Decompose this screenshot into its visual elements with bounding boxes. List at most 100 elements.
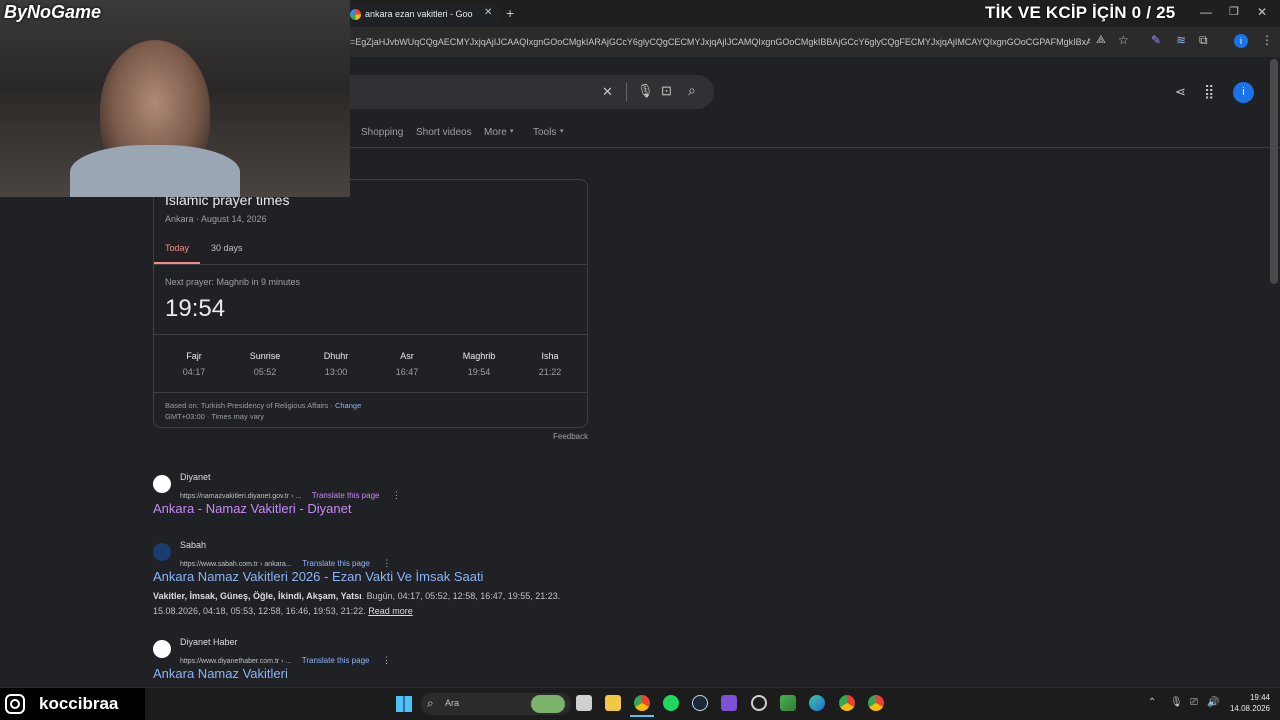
media-app-icon[interactable] (721, 695, 737, 711)
prayer-fajr: Fajr 04:17 (164, 351, 224, 377)
translate-link[interactable]: Translate this page (302, 559, 370, 568)
prayer-name: Isha (541, 351, 559, 361)
search-result: Diyanet Haber https://www.diyanethaber.c… (153, 637, 583, 685)
extension-pen-icon[interactable]: ✎ (1151, 33, 1161, 47)
prayer-time: 13:00 (324, 367, 348, 377)
webcam-overlay: ByNoGame (0, 0, 350, 197)
tray-chevron-icon[interactable]: ⌃ (1148, 697, 1156, 708)
extension-wave-icon[interactable]: ≋ (1176, 33, 1186, 47)
chrome-profile-icon[interactable] (868, 695, 884, 711)
edge-icon[interactable] (809, 695, 825, 711)
timezone-note: GMT+03:00 · Times may vary (165, 412, 264, 421)
chrome-taskbar-icon[interactable] (634, 695, 650, 711)
card-divider (154, 334, 587, 335)
obs-icon[interactable] (751, 695, 767, 711)
network-icon[interactable]: ⎚ (1190, 697, 1198, 708)
diyanet-haber-favicon-icon (153, 640, 171, 658)
next-prayer-text: Next prayer: Maghrib in 9 minutes (165, 277, 301, 287)
google-favicon-icon (350, 9, 361, 20)
chrome-menu-icon[interactable]: ⋮ (1261, 33, 1273, 47)
result-site: Sabah (180, 540, 207, 550)
prayer-name: Fajr (186, 351, 202, 361)
search-result: Sabah https://www.sabah.com.tr › ankara.… (153, 540, 593, 620)
chrome-profile-icon[interactable] (839, 695, 855, 711)
result-menu-icon[interactable]: ⋮ (392, 490, 401, 500)
restore-icon[interactable]: ❐ (1229, 5, 1239, 18)
result-url[interactable]: https://www.diyanethaber.com.tr › ... (180, 658, 291, 665)
close-window-icon[interactable]: ✕ (1257, 5, 1267, 19)
windows-start-icon[interactable] (396, 696, 412, 712)
prayer-times-card: Islamic prayer times Ankara · August 14,… (153, 179, 588, 428)
spotify-icon[interactable] (663, 695, 679, 711)
volume-icon[interactable]: 🔊 (1207, 697, 1219, 708)
tab-30-days[interactable]: 30 days (211, 243, 243, 253)
prayer-asr: Asr 16:47 (377, 351, 437, 377)
taskbar-search[interactable]: ⌕ Ara (421, 693, 571, 715)
tab-today[interactable]: Today (165, 243, 189, 253)
result-menu-icon[interactable]: ⋮ (382, 655, 391, 665)
result-title-link[interactable]: Ankara Namaz Vakitleri 2026 - Ezan Vakti… (153, 569, 483, 584)
prayer-name: Sunrise (249, 351, 281, 361)
taskbar-search-placeholder: Ara (445, 698, 460, 708)
search-highlight-icon (531, 695, 565, 713)
nav-tools[interactable]: Tools (533, 127, 556, 138)
source-text: Based on: Turkish Presidency of Religiou… (165, 401, 333, 410)
change-link[interactable]: Change (335, 401, 361, 410)
result-menu-icon[interactable]: ⋮ (382, 558, 391, 568)
read-more-link[interactable]: Read more (368, 606, 413, 616)
nav-shopping[interactable]: Shopping (361, 127, 403, 138)
file-explorer-icon[interactable] (605, 695, 621, 711)
card-divider (154, 264, 587, 265)
diyanet-favicon-icon (153, 475, 171, 493)
sabah-favicon-icon (153, 543, 171, 561)
play-app-icon[interactable] (780, 695, 796, 711)
prayer-sunrise: Sunrise 05:52 (235, 351, 295, 377)
translate-icon[interactable]: ⟁ (1096, 34, 1106, 47)
result-title-link[interactable]: Ankara - Namaz Vakitleri - Diyanet (153, 501, 351, 516)
task-view-icon[interactable] (576, 695, 592, 711)
source-line: Based on: Turkish Presidency of Religiou… (165, 401, 361, 410)
extensions-puzzle-icon[interactable]: ⧉ (1199, 33, 1208, 48)
prayer-dhuhr: Dhuhr 13:00 (306, 351, 366, 377)
bookmark-star-icon[interactable]: ☆ (1118, 33, 1129, 47)
result-snippet: Vakitler, İmsak, Güneş, Öğle, İkindi, Ak… (153, 589, 593, 619)
more-caret-icon: ▾ (510, 128, 514, 135)
instagram-lens (10, 699, 20, 709)
active-app-indicator (630, 715, 654, 717)
prayer-name: Dhuhr (323, 351, 349, 361)
minimize-icon[interactable]: — (1200, 5, 1212, 19)
instagram-handle: koccibraa (39, 694, 119, 713)
prayer-time: 04:17 (182, 367, 206, 377)
steam-icon[interactable] (692, 695, 708, 711)
result-url[interactable]: https://namazvakitleri.diyanet.gov.tr › … (180, 493, 301, 500)
tab-google-search[interactable]: ankara ezan vakitleri - Google ✕ (344, 3, 499, 27)
prayer-time: 19:54 (467, 367, 491, 377)
nav-more[interactable]: More (484, 127, 507, 138)
prayer-isha: Isha 21:22 (520, 351, 580, 377)
card-subtitle: Ankara · August 14, 2026 (165, 214, 267, 224)
taskbar-search-icon: ⌕ (427, 696, 434, 710)
prayer-time: 16:47 (395, 367, 419, 377)
prayer-maghrib: Maghrib 19:54 (449, 351, 509, 377)
url-field[interactable]: =EgZjaHJvbWUqCQgAECMYJxjqAjIJCAAQIxgnGOo… (350, 37, 1090, 47)
search-result: Diyanet https://namazvakitleri.diyanet.g… (153, 472, 583, 520)
result-title-link[interactable]: Ankara Namaz Vakitleri (153, 666, 288, 681)
page-scrollbar[interactable] (1270, 59, 1278, 284)
translate-link[interactable]: Translate this page (312, 491, 380, 500)
translate-link[interactable]: Translate this page (302, 656, 370, 665)
profile-avatar[interactable]: i (1234, 34, 1248, 48)
next-prayer-time: 19:54 (165, 295, 226, 322)
feedback-link[interactable]: Feedback (553, 432, 588, 441)
result-url[interactable]: https://www.sabah.com.tr › ankara... (180, 561, 292, 568)
clock-time: 19:44 (1249, 693, 1270, 702)
taskbar-clock[interactable]: 19:44 14.08.2026 (1226, 693, 1270, 713)
prayer-time: 21:22 (538, 367, 562, 377)
nav-short-videos[interactable]: Short videos (416, 127, 472, 138)
microphone-tray-icon[interactable]: 🎙 (1170, 697, 1183, 708)
close-tab-icon[interactable]: ✕ (484, 7, 492, 18)
new-tab-button[interactable]: + (506, 5, 514, 21)
tab-title: ankara ezan vakitleri - Google (365, 9, 473, 19)
prayer-time: 05:52 (253, 367, 277, 377)
card-divider (154, 392, 587, 393)
brand-logo: ByNoGame (4, 2, 102, 22)
